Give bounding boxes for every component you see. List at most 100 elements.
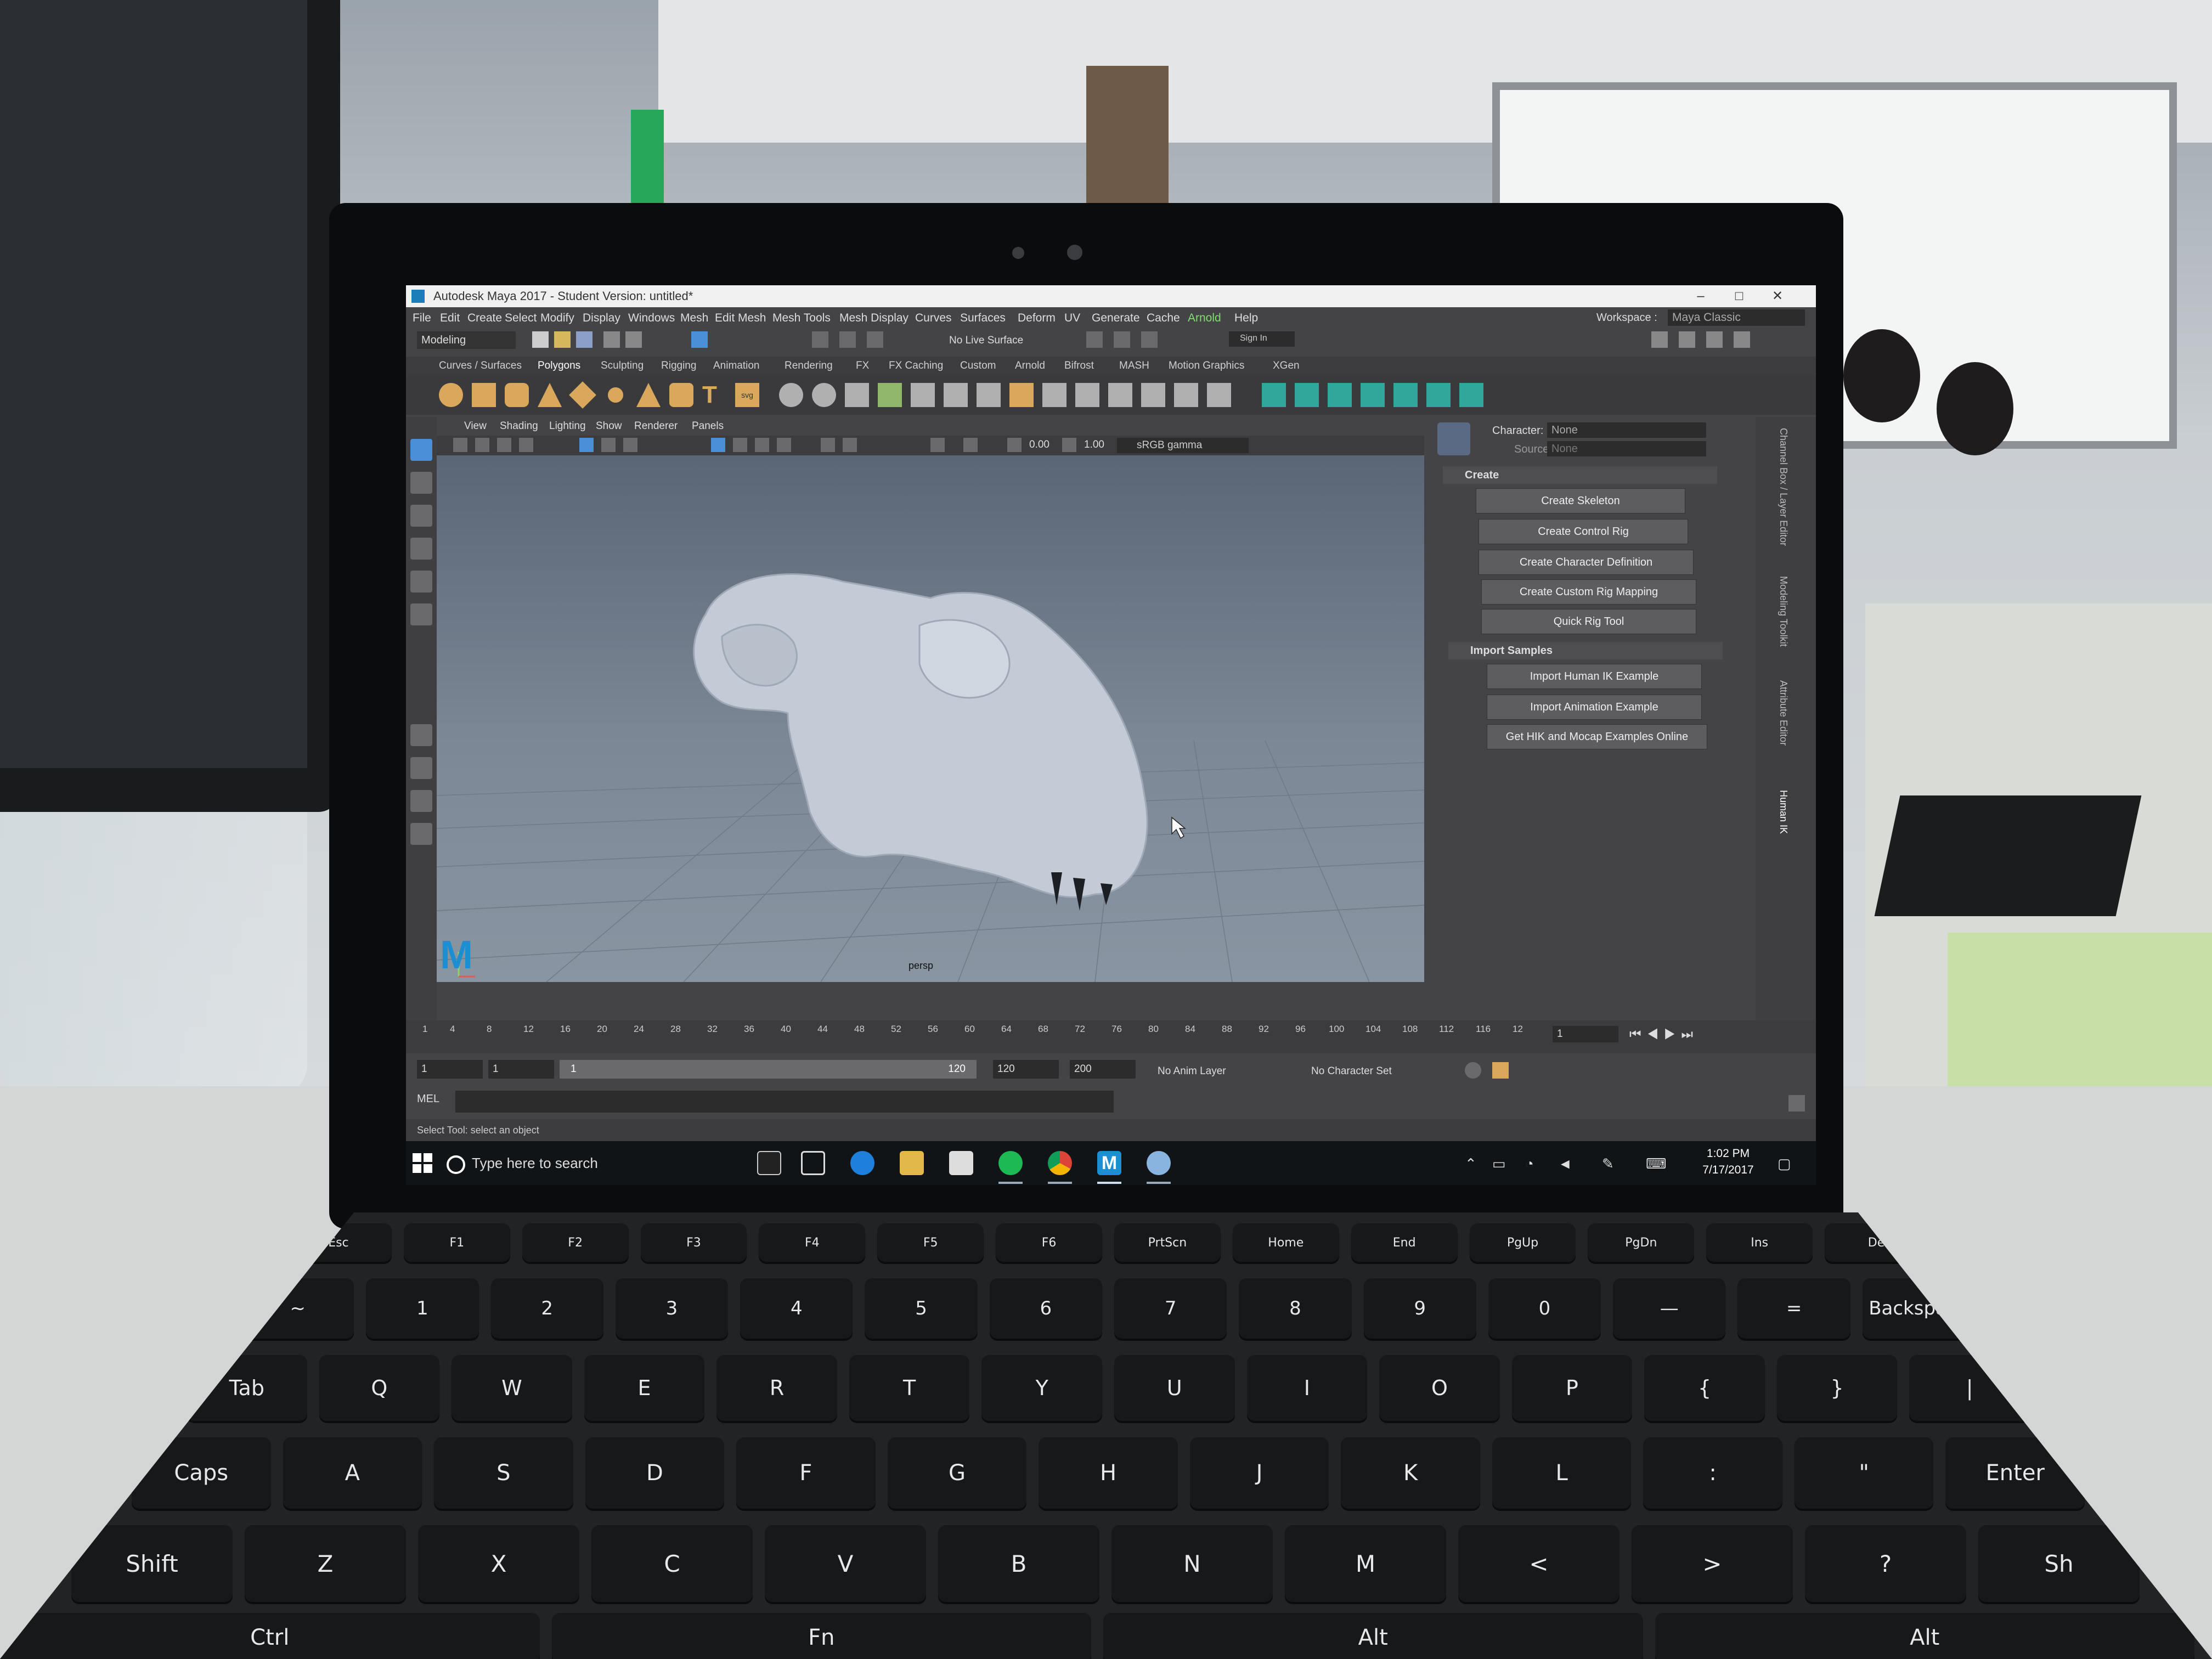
wireframe-icon[interactable] <box>711 438 725 452</box>
source-dropdown[interactable]: None <box>1547 441 1706 456</box>
menu-create[interactable]: Create <box>467 312 502 325</box>
chrome-icon[interactable] <box>1048 1151 1072 1175</box>
system-clock[interactable]: 1:02 PM 7/17/2017 <box>1695 1146 1761 1178</box>
workspace-selector[interactable]: Workspace : Maya Classic <box>1596 308 1805 327</box>
time-slider[interactable]: 1 4 8 12 16 20 24 28 32 36 40 44 48 52 5… <box>406 1020 1816 1053</box>
relax-brush-icon[interactable] <box>1328 383 1352 407</box>
snap-to-grid-icon[interactable] <box>812 331 828 348</box>
paint-select-tool-icon[interactable] <box>410 505 432 527</box>
shelf-tab-mash[interactable]: MASH <box>1119 360 1149 372</box>
bookmark-icon[interactable] <box>497 438 511 452</box>
exposure-icon[interactable] <box>1007 438 1022 452</box>
spherical-map-icon[interactable] <box>1174 383 1198 407</box>
svg-icon[interactable]: svg <box>735 383 759 407</box>
viewport-menu-view[interactable]: View <box>464 420 487 432</box>
save-scene-icon[interactable] <box>576 331 592 348</box>
target-weld-icon[interactable] <box>1009 383 1034 407</box>
import-animation-example-button[interactable]: Import Animation Example <box>1487 695 1702 720</box>
paint-app-icon[interactable] <box>1147 1151 1171 1175</box>
smooth-shade-icon[interactable] <box>733 438 747 452</box>
extrude-icon[interactable] <box>878 383 902 407</box>
textured-icon[interactable] <box>755 438 769 452</box>
select-camera-icon[interactable] <box>453 438 467 452</box>
close-button[interactable]: ✕ <box>1761 285 1794 307</box>
create-section-header[interactable]: Create <box>1443 466 1717 484</box>
character-dropdown[interactable]: None <box>1547 422 1706 438</box>
mel-label[interactable]: MEL <box>417 1093 439 1105</box>
isolate-select-icon[interactable] <box>930 438 945 452</box>
start-time-field[interactable]: 1 <box>417 1060 483 1079</box>
foamy-brush-icon[interactable] <box>1459 383 1483 407</box>
flatten-brush-icon[interactable] <box>1426 383 1451 407</box>
color-space-dropdown[interactable]: sRGB gamma <box>1117 438 1249 453</box>
uv-editor-icon[interactable] <box>1075 383 1099 407</box>
file-explorer-icon[interactable] <box>900 1151 924 1175</box>
perspective-viewport[interactable]: M persp <box>437 455 1424 982</box>
menu-mesh-display[interactable]: Mesh Display <box>839 312 909 325</box>
store-icon[interactable] <box>949 1151 973 1175</box>
smooth-brush-icon[interactable] <box>1295 383 1319 407</box>
pen-icon[interactable]: ✎ <box>1602 1155 1614 1172</box>
single-perspective-layout-icon[interactable] <box>410 724 432 746</box>
viewport-menu-panels[interactable]: Panels <box>692 420 724 432</box>
persp-outliner-layout-icon[interactable] <box>410 790 432 812</box>
get-hik-mocap-examples-button[interactable]: Get HIK and Mocap Examples Online <box>1487 724 1707 749</box>
menu-cache[interactable]: Cache <box>1147 312 1180 325</box>
poly-pipe-icon[interactable] <box>669 383 693 407</box>
quad-draw-icon[interactable] <box>1042 383 1066 407</box>
poly-type-icon[interactable]: T <box>702 383 726 407</box>
rotate-tool-icon[interactable] <box>410 571 432 592</box>
shelf-tab-xgen[interactable]: XGen <box>1273 360 1300 372</box>
viewport-menu-shading[interactable]: Shading <box>500 420 538 432</box>
shelf-tab-curves-surfaces[interactable]: Curves / Surfaces <box>439 360 522 372</box>
playback-start-field[interactable]: 1 <box>488 1060 554 1079</box>
multi-cut-icon[interactable] <box>977 383 1001 407</box>
menu-generate[interactable]: Generate <box>1092 312 1140 325</box>
image-plane-icon[interactable] <box>519 438 533 452</box>
pinch-brush-icon[interactable] <box>1393 383 1418 407</box>
shelf-tab-fx-caching[interactable]: FX Caching <box>889 360 943 372</box>
menu-uv[interactable]: UV <box>1064 312 1080 325</box>
planar-map-icon[interactable] <box>1108 383 1132 407</box>
shelf-tab-animation[interactable]: Animation <box>713 360 760 372</box>
menu-set-dropdown[interactable]: Modeling <box>417 331 516 349</box>
quick-rig-tool-button[interactable]: Quick Rig Tool <box>1481 609 1696 634</box>
playback-controls-icon[interactable]: ⏮◀▶⏭ <box>1629 1027 1699 1042</box>
ambient-occlusion-icon[interactable] <box>843 438 857 452</box>
keyboard-icon[interactable]: ⌨ <box>1646 1155 1667 1172</box>
gamma-icon[interactable] <box>1062 438 1076 452</box>
notifications-icon[interactable]: ▢ <box>1778 1155 1791 1172</box>
scale-tool-icon[interactable] <box>410 603 432 625</box>
render-frame-icon[interactable] <box>1114 331 1130 348</box>
smooth-icon[interactable] <box>845 383 869 407</box>
open-scene-icon[interactable] <box>554 331 571 348</box>
film-gate-icon[interactable] <box>601 438 616 452</box>
show-hidden-icons-icon[interactable]: ⌃ <box>1465 1155 1477 1172</box>
create-control-rig-button[interactable]: Create Control Rig <box>1479 519 1688 544</box>
menu-arnold[interactable]: Arnold <box>1188 312 1221 325</box>
viewport-menu-renderer[interactable]: Renderer <box>634 420 678 432</box>
taskbar-search-box[interactable]: Type here to search <box>439 1149 746 1177</box>
poly-prism-icon[interactable] <box>636 383 661 407</box>
grab-brush-icon[interactable] <box>1361 383 1385 407</box>
four-view-layout-icon[interactable] <box>410 757 432 779</box>
render-view-icon[interactable] <box>1086 331 1103 348</box>
spotify-icon[interactable] <box>998 1151 1023 1175</box>
xray-icon[interactable] <box>963 438 978 452</box>
anim-layer-dropdown[interactable]: No Anim Layer <box>1158 1065 1226 1077</box>
windows-start-icon[interactable] <box>411 1152 433 1174</box>
shelf-tab-arnold[interactable]: Arnold <box>1015 360 1045 372</box>
menu-mesh-tools[interactable]: Mesh Tools <box>772 312 831 325</box>
shadows-icon[interactable] <box>821 438 835 452</box>
select-tool-icon[interactable] <box>410 439 432 461</box>
task-view-icon[interactable] <box>801 1151 825 1175</box>
poly-plane-icon[interactable] <box>569 381 596 409</box>
move-tool-icon[interactable] <box>410 538 432 560</box>
microphone-icon[interactable] <box>757 1151 781 1175</box>
maximize-button[interactable]: □ <box>1723 285 1756 307</box>
live-surface-label[interactable]: No Live Surface <box>949 335 1023 347</box>
shelf-tab-bifrost[interactable]: Bifrost <box>1064 360 1094 372</box>
resolution-gate-icon[interactable] <box>623 438 637 452</box>
poly-sphere-icon[interactable] <box>439 383 463 407</box>
menu-file[interactable]: File <box>413 312 431 325</box>
